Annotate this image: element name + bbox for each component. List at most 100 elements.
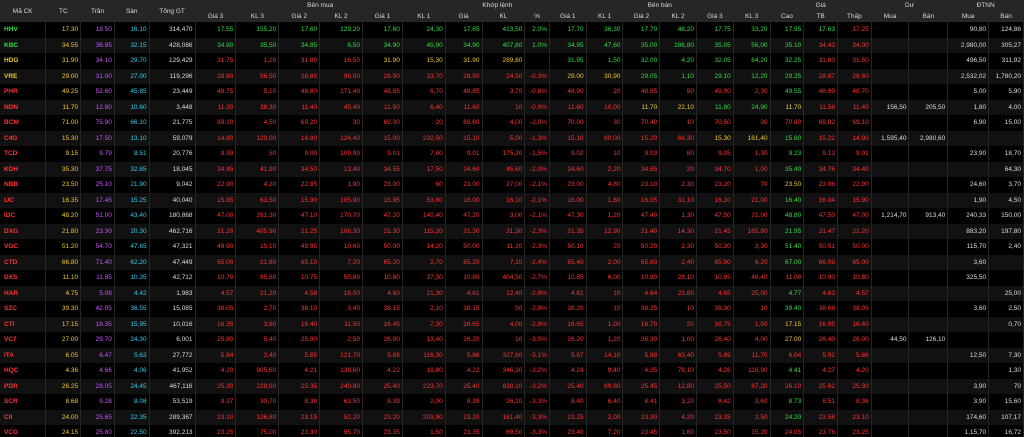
header-akl3[interactable]: KL 3 [733, 11, 771, 22]
symbol-cell[interactable]: ITA [0, 347, 47, 363]
table-row[interactable]: VC7 27.00 29.70 24.30 6,001 25.80 5,40 25.90 2,5… [0, 332, 1024, 348]
table-row[interactable]: C4G 15.30 17.50 13.10 59,079 14.80 129,00 14.90… [0, 130, 1024, 146]
header-high[interactable]: Cao [770, 11, 805, 22]
symbol-cell[interactable]: VRE [0, 68, 47, 84]
table-row[interactable]: HHV 17.30 18.50 16.10 314,470 17.55 155,20 17.6… [0, 22, 1024, 38]
symbol-cell[interactable]: IJC [0, 192, 47, 208]
table-cell [908, 37, 949, 53]
table-row[interactable]: IDC 48.20 51.00 43.40 180,868 47.00 281,30 47.1… [0, 208, 1024, 224]
symbol-cell[interactable]: CII [0, 409, 47, 425]
table-row[interactable]: SZC 39.30 42.05 36.55 15,085 38.05 2,70 38.10 3,… [0, 301, 1024, 317]
table-row[interactable]: NDN 11.70 12.80 10.60 3,448 11.30 38,30 11.40 45… [0, 99, 1024, 115]
header-match-vol[interactable]: KL [482, 11, 526, 22]
table-cell: 3,448 [149, 99, 196, 115]
header-total-vol[interactable]: Tổng GT [149, 0, 196, 22]
table-cell: 23.35 [362, 425, 403, 437]
header-avg[interactable]: TB [803, 11, 838, 22]
table-row[interactable]: VRE 29.00 31.00 27.00 119,296 28.80 56,50 28.85… [0, 68, 1024, 84]
symbol-cell[interactable]: DXS [0, 270, 47, 286]
header-foreign-buy[interactable]: Mua [947, 11, 990, 22]
header-floor[interactable]: Sàn [114, 0, 150, 22]
table-row[interactable]: VGC 51.20 54.70 47.65 47,321 49.90 15,10 49.95 1… [0, 239, 1024, 255]
symbol-cell[interactable]: VGC [0, 239, 47, 255]
table-cell: 4.20 [195, 363, 237, 379]
symbol-cell[interactable]: IDC [0, 208, 47, 224]
symbol-cell[interactable]: TCD [0, 146, 47, 162]
symbol-cell[interactable]: KDH [0, 161, 47, 177]
header-bid3[interactable]: Giá 3 [195, 11, 237, 22]
header-low[interactable]: Thấp [837, 11, 872, 22]
header-bkl3[interactable]: KL 3 [235, 11, 280, 22]
table-row[interactable]: NBB 23.50 25.10 21.90 9,042 22.90 4,20 22.95 1,9… [0, 177, 1024, 193]
table-row[interactable]: ITA 6.05 6.47 5.63 27,772 5.84 3,40 5.85 121,70 5… [0, 347, 1024, 363]
header-bkl2[interactable]: KL 2 [319, 11, 364, 22]
table-row[interactable]: VCG 24.15 25.80 22.50 392,213 23.25 75,00 23.30… [0, 425, 1024, 437]
table-cell: 33,20 [733, 22, 771, 38]
table-cell: 27.00 [770, 332, 805, 348]
symbol-cell[interactable]: KBC [0, 37, 47, 53]
header-remain-buy[interactable]: Mua [871, 11, 910, 22]
symbol-cell[interactable]: HAR [0, 285, 47, 301]
symbol-cell[interactable]: VC7 [0, 332, 47, 348]
symbol-cell[interactable]: PDR [0, 378, 47, 394]
symbol-cell[interactable]: BCM [0, 115, 47, 131]
symbol-cell[interactable]: NBB [0, 177, 47, 193]
table-row[interactable]: PDR 26.25 28.05 24.45 467,116 25.30 228,60 25.3… [0, 378, 1024, 394]
table-row[interactable]: KBC 34.55 36.95 32.15 428,086 34.80 35,50 34.85… [0, 37, 1024, 53]
table-row[interactable]: DXS 11.10 11.85 10.35 42,712 10.70 95,60 10.75 5… [0, 270, 1024, 286]
header-match-pct[interactable]: % [524, 11, 550, 22]
table-cell [908, 301, 949, 317]
header-foreign-sell[interactable]: Bán [988, 11, 1024, 22]
symbol-cell[interactable]: HDG [0, 53, 47, 69]
table-row[interactable]: PHR 49.25 52.60 45.85 23,449 48.75 5,10 48.80 17… [0, 84, 1024, 100]
symbol-cell[interactable]: CTD [0, 254, 47, 270]
header-symbol[interactable]: Mã CK [0, 0, 47, 22]
table-cell: 4.57 [837, 285, 872, 301]
table-row[interactable]: HQC 4.36 4.66 4.06 41,952 4.20 905,60 4.21 138,6… [0, 363, 1024, 379]
header-bkl1[interactable]: KL 1 [402, 11, 446, 22]
symbol-cell[interactable]: SZC [0, 301, 47, 317]
symbol-cell[interactable]: HQC [0, 363, 47, 379]
table-row[interactable]: BCM 71.00 75.90 66.10 21,775 69.10 4,50 69.20 30… [0, 115, 1024, 131]
symbol-cell[interactable]: C4G [0, 130, 47, 146]
symbol-cell[interactable]: VCG [0, 425, 47, 437]
header-bid1[interactable]: Giá 1 [362, 11, 403, 22]
header-ask3[interactable]: Giá 3 [696, 11, 734, 22]
table-row[interactable]: CTI 17.15 18.35 15.95 10,016 16.35 3,80 16.40 11… [0, 316, 1024, 332]
symbol-cell[interactable]: HHV [0, 22, 47, 38]
header-ask2[interactable]: Giá 2 [622, 11, 661, 22]
header-akl1[interactable]: KL 1 [586, 11, 624, 22]
symbol-cell[interactable]: SCR [0, 394, 47, 410]
symbol-cell[interactable]: PHR [0, 84, 47, 100]
table-row[interactable]: HDG 31.90 34.10 29.70 129,429 31.75 1,20 31.80 1… [0, 53, 1024, 69]
header-ask1[interactable]: Giá 1 [549, 11, 587, 22]
table-row[interactable]: KDH 35.30 37.75 32.85 18,045 34.45 41,90 34.50 1… [0, 161, 1024, 177]
symbol-cell[interactable]: NDN [0, 99, 47, 115]
table-cell: 45,40 [319, 99, 364, 115]
table-cell: 116,90 [733, 363, 771, 379]
table-row[interactable]: CII 24.00 25.65 22.35 289,367 23.10 126,80 23.1… [0, 409, 1024, 425]
table-cell: 65.10 [278, 254, 321, 270]
symbol-cell[interactable]: DXG [0, 223, 47, 239]
header-bid2[interactable]: Giá 2 [278, 11, 321, 22]
table-cell: -1.5% [524, 146, 550, 162]
table-cell: 34.70 [696, 161, 734, 177]
table-row[interactable]: HAR 4.75 5.08 4.42 1,983 4.57 21,20 4.58 16,50 4.… [0, 285, 1024, 301]
table-cell: 4.24 [549, 363, 587, 379]
table-row[interactable]: IJC 16.35 17.45 15.25 40,040 15.85 63,50 15.90 1… [0, 192, 1024, 208]
symbol-cell[interactable]: CTI [0, 316, 47, 332]
table-row[interactable]: CTD 66.80 71.40 62.20 47,449 65.00 21,80 65.10 7… [0, 254, 1024, 270]
table-row[interactable]: TCD 9.15 9.79 8.51 20,776 8.99 50 9.00 109,90 9.0… [0, 146, 1024, 162]
table-row[interactable]: SCR 8.68 9.28 8.08 53,519 8.37 30,70 8.38 63,50 8… [0, 394, 1024, 410]
table-cell: 34.00 [837, 37, 872, 53]
table-cell: 25.50 [696, 378, 734, 394]
header-ceil[interactable]: Trần [80, 0, 115, 22]
header-akl2[interactable]: KL 2 [659, 11, 697, 22]
table-cell: 14,10 [586, 347, 624, 363]
table-cell: 9.15 [45, 146, 82, 162]
table-row[interactable]: DXG 21.80 23.30 20.30 462,716 21.20 405,90 21.2… [0, 223, 1024, 239]
header-remain-sell[interactable]: Bán [908, 11, 949, 22]
header-ref[interactable]: TC [45, 0, 82, 22]
header-match-price[interactable]: Giá [445, 11, 483, 22]
table-cell: 126,10 [908, 332, 949, 348]
